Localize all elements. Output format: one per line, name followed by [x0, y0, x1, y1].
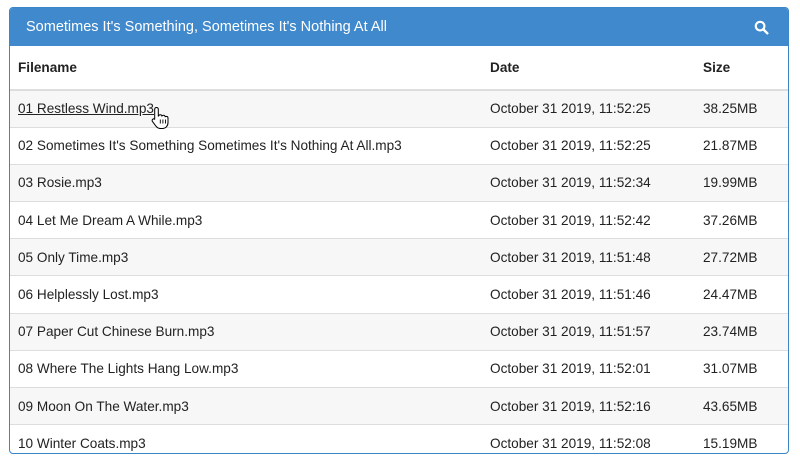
table-row: 03 Rosie.mp3 October 31 2019, 11:52:34 1…	[10, 163, 788, 202]
file-date: October 31 2019, 11:51:46	[482, 275, 695, 314]
table-row: 09 Moon On The Water.mp3 October 31 2019…	[10, 386, 788, 425]
file-date: October 31 2019, 11:52:01	[482, 349, 695, 388]
table-row: 07 Paper Cut Chinese Burn.mp3 October 31…	[10, 312, 788, 351]
file-link[interactable]: 10 Winter Coats.mp3	[18, 436, 146, 451]
file-link[interactable]: 04 Let Me Dream A While.mp3	[18, 213, 202, 228]
file-link[interactable]: 01 Restless Wind.mp3	[18, 101, 154, 116]
table-row: 08 Where The Lights Hang Low.mp3 October…	[10, 349, 788, 388]
table-row: 01 Restless Wind.mp3 October 31 2019, 11…	[10, 90, 788, 128]
table-row: 02 Sometimes It's Something Sometimes It…	[10, 126, 788, 165]
file-size: 19.99MB	[695, 163, 788, 202]
file-link[interactable]: 03 Rosie.mp3	[18, 175, 102, 190]
table-row: 10 Winter Coats.mp3 October 31 2019, 11:…	[10, 424, 788, 453]
file-size: 38.25MB	[703, 101, 758, 117]
file-date: October 31 2019, 11:52:25	[490, 101, 651, 117]
panel-title: Sometimes It's Something, Sometimes It's…	[26, 19, 387, 35]
file-link[interactable]: 05 Only Time.mp3	[18, 250, 128, 265]
file-listing-panel: Sometimes It's Something, Sometimes It's…	[9, 7, 789, 454]
file-link[interactable]: 08 Where The Lights Hang Low.mp3	[18, 361, 238, 376]
file-link[interactable]: 02 Sometimes It's Something Sometimes It…	[18, 138, 402, 153]
file-size: 31.07MB	[695, 349, 788, 388]
column-header-size[interactable]: Size	[695, 46, 788, 91]
file-link[interactable]: 07 Paper Cut Chinese Burn.mp3	[18, 324, 214, 339]
file-date: October 31 2019, 11:52:34	[482, 163, 695, 202]
file-table: Filename Date Size 01 Restless Wind.mp3 …	[10, 46, 788, 453]
table-row: 05 Only Time.mp3 October 31 2019, 11:51:…	[10, 238, 788, 276]
table-row: 04 Let Me Dream A While.mp3 October 31 2…	[10, 201, 788, 239]
column-header-date[interactable]: Date	[482, 46, 695, 91]
file-date: October 31 2019, 11:52:08	[482, 424, 695, 453]
file-size: 21.87MB	[695, 126, 788, 165]
file-size: 15.19MB	[695, 424, 788, 453]
column-header-filename[interactable]: Filename	[10, 46, 482, 91]
table-row: 06 Helplessly Lost.mp3 October 31 2019, …	[10, 275, 788, 314]
file-size: 43.65MB	[695, 386, 788, 425]
file-date: October 31 2019, 11:52:16	[482, 386, 695, 425]
file-size: 24.47MB	[695, 275, 788, 314]
panel-heading: Sometimes It's Something, Sometimes It's…	[10, 8, 788, 46]
file-size: 37.26MB	[695, 201, 788, 239]
file-link[interactable]: 06 Helplessly Lost.mp3	[18, 287, 159, 302]
table-header-row: Filename Date Size	[10, 46, 788, 91]
file-date: October 31 2019, 11:52:42	[482, 201, 695, 239]
file-size: 27.72MB	[695, 238, 788, 276]
file-date: October 31 2019, 11:52:25	[482, 126, 695, 165]
file-date: October 31 2019, 11:51:48	[482, 238, 695, 276]
file-date: October 31 2019, 11:51:57	[482, 312, 695, 351]
file-size: 23.74MB	[695, 312, 788, 351]
file-link[interactable]: 09 Moon On The Water.mp3	[18, 399, 189, 414]
search-icon[interactable]	[750, 16, 772, 38]
